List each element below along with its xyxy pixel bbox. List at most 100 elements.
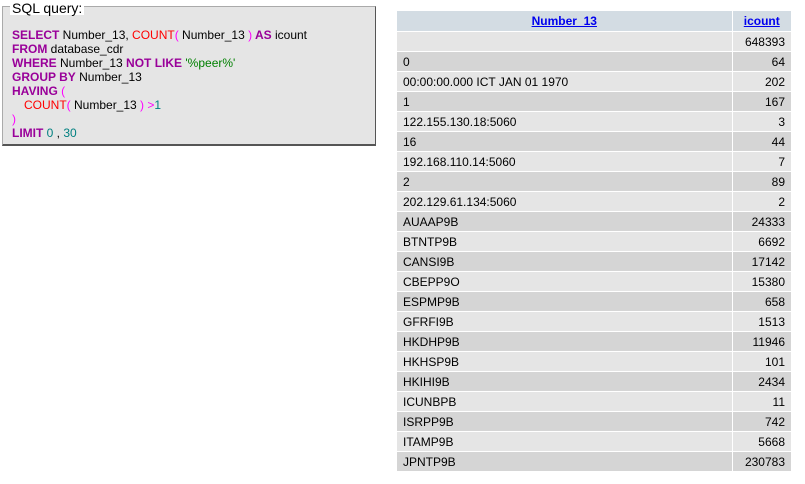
table-row[interactable]: CANSI9B 17142 bbox=[396, 251, 793, 272]
sql-text: database_cdr bbox=[47, 42, 124, 56]
cell-icount: 230783 bbox=[731, 451, 793, 472]
cell-icount: 658 bbox=[731, 291, 793, 312]
cell-number-13: 2 bbox=[396, 171, 733, 192]
table-row[interactable]: ESPMP9B 658 bbox=[396, 291, 793, 312]
sql-text: Number_13 bbox=[70, 98, 141, 112]
sql-string: '%peer%' bbox=[182, 56, 236, 70]
table-row[interactable]: 1 167 bbox=[396, 91, 793, 112]
cell-number-13: GFRFI9B bbox=[396, 311, 733, 332]
sql-text: Number_13 bbox=[75, 70, 142, 84]
cell-icount: 44 bbox=[731, 131, 793, 152]
cell-icount: 11 bbox=[731, 391, 793, 412]
table-row[interactable]: BTNTP9B 6692 bbox=[396, 231, 793, 252]
cell-number-13: 00:00:00.000 ICT JAN 01 1970 bbox=[396, 71, 733, 92]
table-row[interactable]: 122.155.130.18:5060 3 bbox=[396, 111, 793, 132]
table-row[interactable]: 202.129.61.134:5060 2 bbox=[396, 191, 793, 212]
sql-line-from: FROM database_cdr bbox=[12, 42, 307, 56]
cell-number-13: HKIHI9B bbox=[396, 371, 733, 392]
table-row[interactable]: GFRFI9B 1513 bbox=[396, 311, 793, 332]
table-row[interactable]: 00:00:00.000 ICT JAN 01 1970 202 bbox=[396, 71, 793, 92]
cell-number-13: 1 bbox=[396, 91, 733, 112]
sql-line-close-paren: ) bbox=[12, 112, 307, 126]
cell-icount: 11946 bbox=[731, 331, 793, 352]
table-row[interactable]: 0 64 bbox=[396, 51, 793, 72]
cell-icount: 648393 bbox=[731, 31, 793, 52]
cell-icount: 15380 bbox=[731, 271, 793, 292]
cell-number-13: HKHSP9B bbox=[396, 351, 733, 372]
sql-paren: ) bbox=[12, 112, 16, 126]
cell-icount: 7 bbox=[731, 151, 793, 172]
table-row[interactable]: JPNTP9B 230783 bbox=[396, 451, 793, 472]
sql-keyword: FROM bbox=[12, 42, 48, 56]
cell-number-13: 16 bbox=[396, 131, 733, 152]
column-header-icount[interactable]: icount bbox=[731, 10, 793, 32]
cell-number-13: AUAAP9B bbox=[396, 211, 733, 232]
cell-number-13 bbox=[396, 31, 733, 52]
sql-number: 1 bbox=[154, 98, 162, 112]
table-row[interactable]: 16 44 bbox=[396, 131, 793, 152]
sql-query-legend: SQL query: bbox=[10, 0, 85, 16]
sql-number: 0 bbox=[43, 126, 54, 140]
cell-number-13: ISRPP9B bbox=[396, 411, 733, 432]
cell-icount: 5668 bbox=[731, 431, 793, 452]
cell-number-13: 192.168.110.14:5060 bbox=[396, 151, 733, 172]
cell-icount: 3 bbox=[731, 111, 793, 132]
table-row[interactable]: HKDHP9B 11946 bbox=[396, 331, 793, 352]
sql-line-limit: LIMIT 0 , 30 bbox=[12, 126, 307, 140]
sql-text: , bbox=[53, 126, 64, 140]
cell-number-13: JPNTP9B bbox=[396, 451, 733, 472]
sql-keyword: AS bbox=[252, 28, 272, 42]
cell-number-13: ITAMP9B bbox=[396, 431, 733, 452]
sql-keyword: HAVING bbox=[12, 84, 58, 98]
sql-paren: ( bbox=[57, 84, 66, 98]
sql-operator: > bbox=[144, 98, 155, 112]
cell-icount: 167 bbox=[731, 91, 793, 112]
table-row[interactable]: 2 89 bbox=[396, 171, 793, 192]
sql-keyword: NOT LIKE bbox=[126, 56, 183, 70]
results-header-row: Number_13 icount bbox=[396, 10, 793, 32]
cell-number-13: ICUNBPB bbox=[396, 391, 733, 412]
cell-number-13: 0 bbox=[396, 51, 733, 72]
table-row[interactable]: ITAMP9B 5668 bbox=[396, 431, 793, 452]
table-row[interactable]: AUAAP9B 24333 bbox=[396, 211, 793, 232]
cell-icount: 24333 bbox=[731, 211, 793, 232]
cell-number-13: HKDHP9B bbox=[396, 331, 733, 352]
sql-function: COUNT bbox=[24, 98, 67, 112]
cell-icount: 202 bbox=[731, 71, 793, 92]
cell-number-13: BTNTP9B bbox=[396, 231, 733, 252]
sql-line-having: HAVING ( bbox=[12, 84, 307, 98]
cell-number-13: 122.155.130.18:5060 bbox=[396, 111, 733, 132]
cell-icount: 742 bbox=[731, 411, 793, 432]
table-row[interactable]: ICUNBPB 11 bbox=[396, 391, 793, 412]
table-row[interactable]: ISRPP9B 742 bbox=[396, 411, 793, 432]
cell-icount: 6692 bbox=[731, 231, 793, 252]
results-body: 648393 0 64 00:00:00.000 ICT JAN 01 1970 202… bbox=[396, 31, 793, 472]
table-row[interactable]: CBEPP9O 15380 bbox=[396, 271, 793, 292]
table-row[interactable]: HKIHI9B 2434 bbox=[396, 371, 793, 392]
sql-query-code: SELECT Number_13, COUNT( Number_13 ) AS … bbox=[12, 28, 307, 140]
sql-line-group-by: GROUP BY Number_13 bbox=[12, 70, 307, 84]
sql-text: Number_13, bbox=[59, 28, 133, 42]
sql-text: Number_13 bbox=[178, 28, 249, 42]
table-row[interactable]: 648393 bbox=[396, 31, 793, 52]
sql-text: icount bbox=[271, 28, 308, 42]
cell-icount: 1513 bbox=[731, 311, 793, 332]
cell-icount: 89 bbox=[731, 171, 793, 192]
table-row[interactable]: HKHSP9B 101 bbox=[396, 351, 793, 372]
cell-number-13: CANSI9B bbox=[396, 251, 733, 272]
table-row[interactable]: 192.168.110.14:5060 7 bbox=[396, 151, 793, 172]
sql-query-box: SQL query: SELECT Number_13, COUNT( Numb… bbox=[2, 1, 376, 146]
cell-icount: 64 bbox=[731, 51, 793, 72]
sql-line-having-condition: COUNT( Number_13 ) >1 bbox=[12, 98, 307, 112]
results-table: Number_13 icount 648393 0 64 00:00:00.000 I… bbox=[396, 10, 793, 472]
cell-icount: 2 bbox=[731, 191, 793, 212]
sql-keyword: SELECT bbox=[12, 28, 60, 42]
sql-line-where: WHERE Number_13 NOT LIKE '%peer%' bbox=[12, 56, 307, 70]
cell-number-13: ESPMP9B bbox=[396, 291, 733, 312]
sql-number: 30 bbox=[63, 126, 77, 140]
sql-keyword: LIMIT bbox=[12, 126, 44, 140]
column-header-number-13[interactable]: Number_13 bbox=[396, 10, 733, 32]
cell-icount: 17142 bbox=[731, 251, 793, 272]
cell-number-13: 202.129.61.134:5060 bbox=[396, 191, 733, 212]
cell-icount: 101 bbox=[731, 351, 793, 372]
